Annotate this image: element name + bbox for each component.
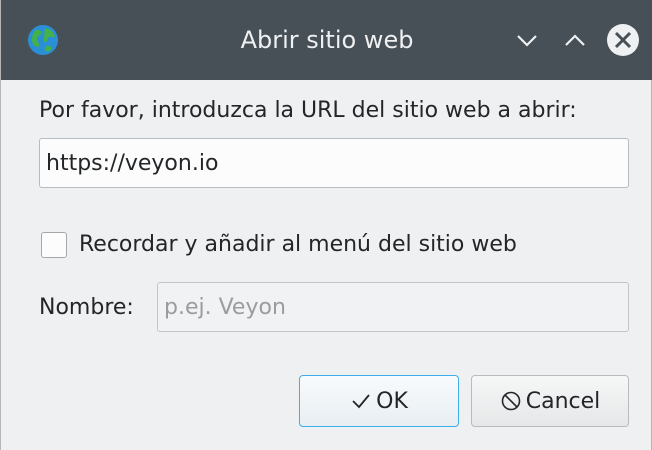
ok-button-label: OK [376, 388, 408, 414]
close-icon[interactable] [605, 22, 641, 58]
name-label: Nombre: [39, 295, 134, 320]
minimize-icon[interactable] [509, 22, 545, 58]
title-bar[interactable]: Abrir sitio web [1, 0, 652, 80]
cancel-icon [501, 391, 521, 411]
check-icon [352, 394, 370, 409]
remember-checkbox-label[interactable]: Recordar y añadir al menú del sitio web [79, 230, 517, 260]
name-input[interactable] [157, 282, 629, 332]
url-label: Por favor, introduzca la URL del sitio w… [39, 98, 577, 123]
url-input[interactable] [39, 138, 629, 188]
remember-checkbox[interactable] [41, 232, 67, 258]
window-title: Abrir sitio web [240, 26, 414, 54]
cancel-button-label: Cancel [525, 388, 601, 414]
dialog-window: Abrir sitio web Por favor, introduzca la… [0, 0, 652, 450]
ok-button[interactable]: OK [299, 375, 459, 427]
maximize-icon[interactable] [557, 22, 593, 58]
cancel-button[interactable]: Cancel [471, 375, 629, 427]
